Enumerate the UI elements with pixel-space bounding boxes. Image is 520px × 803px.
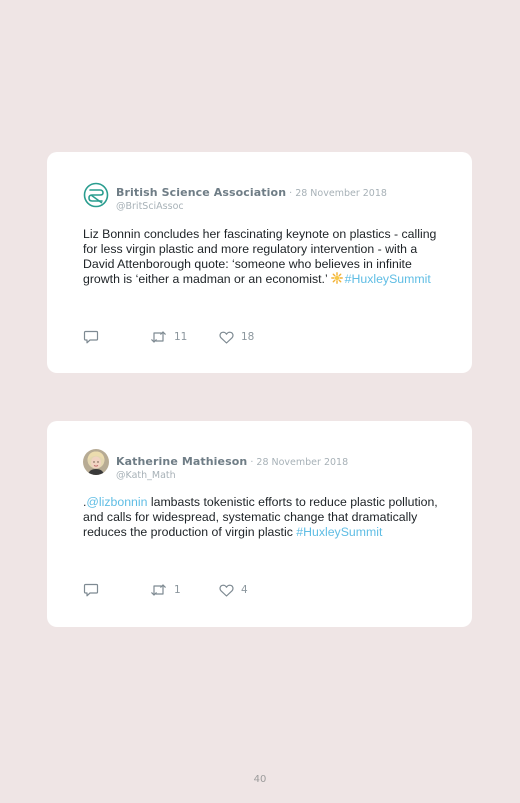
tweet-header: Katherine Mathieson · 28 November 2018 @…: [116, 450, 452, 481]
retweet-icon: [150, 583, 167, 597]
hashtag-link[interactable]: #HuxleySummit: [345, 272, 431, 286]
reply-icon: [83, 583, 99, 597]
reply-icon: [83, 330, 99, 344]
tweet-card: Katherine Mathieson · 28 November 2018 @…: [47, 421, 472, 627]
author-name[interactable]: Katherine Mathieson: [116, 455, 247, 468]
like-button[interactable]: 18: [219, 329, 254, 345]
retweet-count: 11: [174, 331, 188, 343]
author-name[interactable]: British Science Association: [116, 186, 286, 199]
retweet-icon: [150, 330, 167, 344]
reply-button[interactable]: [83, 329, 99, 345]
british-science-association-logo[interactable]: [83, 182, 109, 208]
like-count: 4: [241, 584, 248, 596]
reply-button[interactable]: [83, 582, 99, 598]
tweet-text: .@lizbonnin lambasts tokenistic efforts …: [83, 495, 438, 540]
like-button[interactable]: 4: [219, 582, 248, 598]
retweet-button[interactable]: 11: [150, 329, 187, 345]
heart-icon: [219, 331, 234, 344]
author-handle[interactable]: @BritSciAssoc: [116, 201, 452, 212]
heart-icon: [219, 584, 234, 597]
sparkle-emoji-icon: [330, 272, 343, 284]
author-handle[interactable]: @Kath_Math: [116, 470, 452, 481]
tweet-text: Liz Bonnin concludes her fascinating key…: [83, 227, 438, 287]
hashtag-link[interactable]: #HuxleySummit: [296, 525, 382, 539]
avatar[interactable]: [83, 449, 109, 475]
like-count: 18: [241, 331, 255, 343]
tweet-date: · 28 November 2018: [247, 457, 349, 468]
retweet-count: 1: [174, 584, 181, 596]
mention-link[interactable]: @lizbonnin: [86, 495, 147, 509]
tweet-date: · 28 November 2018: [286, 188, 387, 199]
tweet-header: British Science Association · 28 Novembe…: [116, 181, 452, 212]
retweet-button[interactable]: 1: [150, 582, 181, 598]
tweet-card: British Science Association · 28 Novembe…: [47, 152, 472, 373]
page-number: 40: [253, 774, 267, 785]
